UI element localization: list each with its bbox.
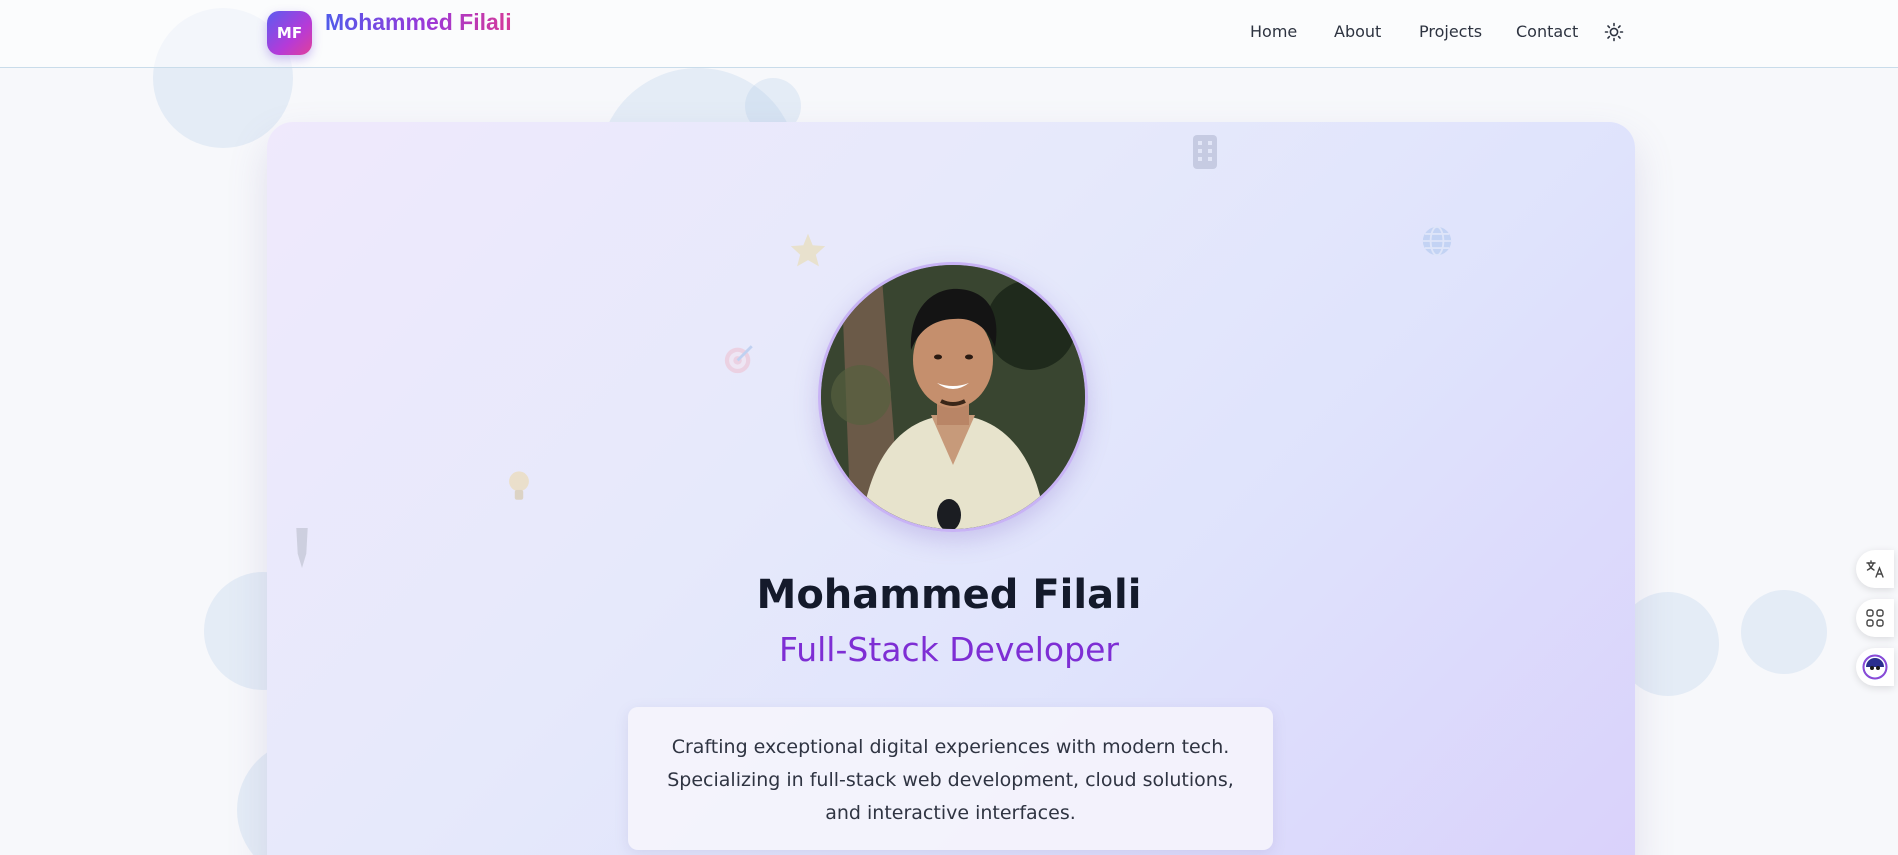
- sun-icon[interactable]: [1604, 22, 1624, 42]
- globe-icon: [1422, 225, 1452, 257]
- apps-icon: [1866, 609, 1884, 627]
- assistant-icon: [1862, 654, 1888, 680]
- page: MF Mohammed Filali Home About Projects C…: [0, 0, 1898, 855]
- target-icon: [724, 345, 753, 374]
- tagline-text: Crafting exceptional digital experiences…: [667, 736, 1234, 824]
- translate-button[interactable]: [1856, 550, 1894, 588]
- nav-contact[interactable]: Contact: [1516, 22, 1578, 41]
- avatar: [818, 262, 1088, 532]
- logo-badge[interactable]: MF: [267, 11, 312, 55]
- translate-icon: [1866, 560, 1884, 578]
- site-header: MF Mohammed Filali Home About Projects C…: [0, 0, 1898, 68]
- pen-icon: [296, 528, 308, 568]
- nav-home[interactable]: Home: [1250, 22, 1297, 41]
- hero-name: Mohammed Filali: [756, 572, 1142, 618]
- brand-name[interactable]: Mohammed Filali: [325, 9, 512, 36]
- hero-role: Full-Stack Developer: [779, 630, 1119, 669]
- assistant-button[interactable]: [1856, 648, 1894, 686]
- lightbulb-icon: [509, 471, 529, 500]
- star-icon: [790, 233, 826, 267]
- building-icon: [1193, 135, 1217, 169]
- apps-button[interactable]: [1856, 599, 1894, 637]
- nav-projects[interactable]: Projects: [1419, 22, 1482, 41]
- tagline-box: Crafting exceptional digital experiences…: [628, 707, 1273, 850]
- avatar-portrait: [821, 265, 1085, 529]
- nav-about[interactable]: About: [1334, 22, 1381, 41]
